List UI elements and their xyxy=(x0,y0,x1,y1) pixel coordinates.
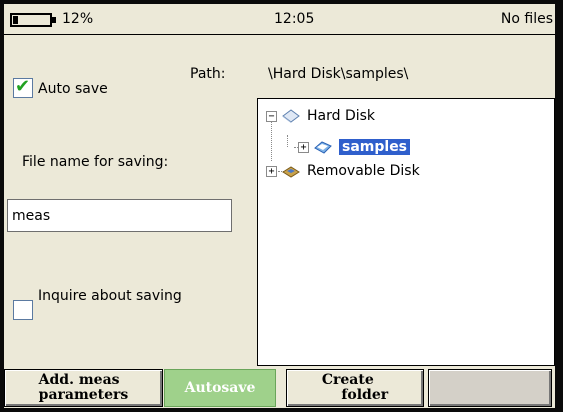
screen: 12% 12:05 No files ✔ Auto save Path: \Ha… xyxy=(4,4,555,408)
file-name-label: File name for saving: xyxy=(22,154,169,170)
collapse-icon[interactable]: − xyxy=(266,110,277,122)
tree-node-label: Hard Disk xyxy=(307,108,376,124)
file-status: No files xyxy=(500,11,553,27)
hard-disk-icon xyxy=(282,109,300,123)
expand-icon[interactable]: + xyxy=(298,141,309,153)
inquire-label[interactable]: Inquire about saving xyxy=(38,287,188,305)
autosave-button[interactable]: Autosave xyxy=(164,369,276,407)
path-label: Path: xyxy=(190,66,226,82)
battery-percent: 12% xyxy=(62,11,94,27)
folder-icon xyxy=(314,141,332,154)
expand-icon[interactable]: + xyxy=(266,165,277,177)
create-folder-button[interactable]: Create folder xyxy=(286,369,424,407)
softkey-bar: Add. meas parameters Autosave Create fol… xyxy=(4,367,555,408)
removable-disk-icon xyxy=(282,166,300,178)
clock: 12:05 xyxy=(274,11,315,27)
battery-icon xyxy=(10,13,52,27)
tree-node-label-selected: samples xyxy=(339,139,411,155)
status-bar: 12% 12:05 No files xyxy=(4,4,555,35)
button-label: Create folder xyxy=(321,372,389,403)
tree-connector xyxy=(287,135,288,147)
device-frame: 12% 12:05 No files ✔ Auto save Path: \Ha… xyxy=(0,0,563,412)
tree-node-removable-disk[interactable]: + Removable Disk xyxy=(266,161,420,181)
button-label: Add. meas parameters xyxy=(38,372,129,403)
add-meas-parameters-button[interactable]: Add. meas parameters xyxy=(4,369,163,407)
battery-level-fill xyxy=(13,16,18,24)
folder-tree[interactable]: − Hard Disk + samples + Removable Disk xyxy=(257,98,555,366)
button-label: Autosave xyxy=(184,379,256,396)
tree-node-samples[interactable]: + samples xyxy=(298,137,411,157)
path-value: \Hard Disk\samples\ xyxy=(268,66,409,82)
auto-save-label[interactable]: Auto save xyxy=(38,81,108,97)
tree-node-hard-disk[interactable]: − Hard Disk xyxy=(266,106,375,126)
inquire-checkbox[interactable] xyxy=(13,300,33,320)
file-name-input[interactable] xyxy=(7,199,232,232)
empty-softkey-button[interactable] xyxy=(428,369,552,407)
battery-tip xyxy=(52,17,56,23)
auto-save-checkbox[interactable]: ✔ xyxy=(13,76,33,98)
check-icon: ✔ xyxy=(15,76,31,97)
tree-node-label: Removable Disk xyxy=(307,163,420,179)
